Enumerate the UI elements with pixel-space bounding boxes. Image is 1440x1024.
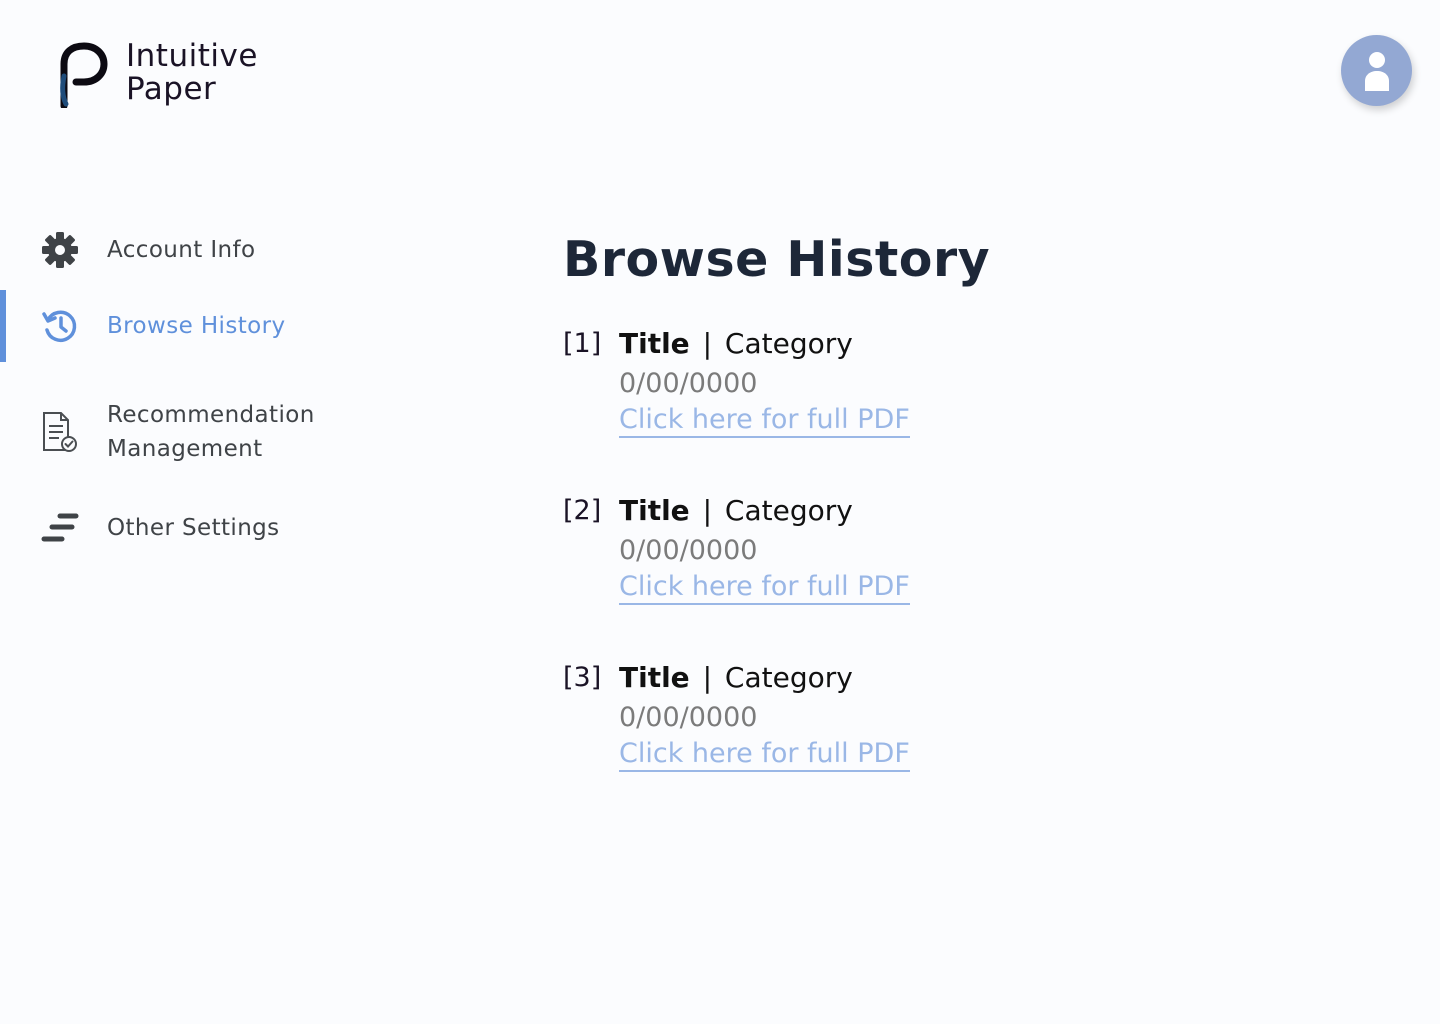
brand-logo[interactable]: Intuitive Paper (56, 40, 258, 108)
item-heading: Title | Category (619, 326, 910, 362)
full-pdf-link[interactable]: Click here for full PDF (619, 570, 910, 605)
item-separator: | (702, 661, 713, 694)
sidebar-item-label: Recommendation Management (107, 402, 315, 462)
item-date: 0/00/0000 (619, 535, 758, 566)
item-separator: | (702, 494, 713, 527)
brand-line-1: Intuitive (126, 38, 258, 74)
item-body: Title | Category 0/00/0000 Click here fo… (619, 326, 910, 438)
browse-history-panel: Browse History [1] Title | Category 0/00… (563, 230, 1263, 827)
sidebar-item-other-settings[interactable]: Other Settings (0, 492, 380, 564)
item-index: [1] (563, 328, 602, 359)
brand-name: Intuitive Paper (126, 40, 258, 106)
list-item: [1] Title | Category 0/00/0000 Click her… (563, 326, 1263, 438)
full-pdf-link[interactable]: Click here for full PDF (619, 737, 910, 772)
list-item: [2] Title | Category 0/00/0000 Click her… (563, 493, 1263, 605)
gear-icon (40, 230, 80, 270)
item-index: [2] (563, 495, 602, 526)
item-title: Title (619, 327, 690, 360)
item-body: Title | Category 0/00/0000 Click here fo… (619, 493, 910, 605)
list-item: [3] Title | Category 0/00/0000 Click her… (563, 660, 1263, 772)
item-category: Category (724, 494, 853, 527)
sidebar-item-browse-history[interactable]: Browse History (0, 290, 380, 362)
brand-line-2: Paper (126, 71, 217, 107)
sidebar-item-label: Browse History (107, 313, 286, 339)
logo-mark-icon (60, 42, 108, 108)
item-index: [3] (563, 662, 602, 693)
item-category: Category (724, 327, 853, 360)
sidebar-nav: Account Info Browse History Recommendati… (0, 210, 380, 564)
item-date: 0/00/0000 (619, 702, 758, 733)
item-separator: | (702, 327, 713, 360)
item-title: Title (619, 494, 690, 527)
user-icon (1364, 51, 1389, 91)
bars-icon (40, 508, 80, 548)
sidebar-item-account-info[interactable]: Account Info (0, 210, 380, 290)
sidebar-item-label: Other Settings (107, 515, 280, 541)
full-pdf-link[interactable]: Click here for full PDF (619, 403, 910, 438)
history-icon (40, 306, 80, 346)
item-heading: Title | Category (619, 493, 910, 529)
item-category: Category (724, 661, 853, 694)
item-date: 0/00/0000 (619, 368, 758, 399)
sidebar-item-recommendation-management[interactable]: Recommendation Management (0, 372, 380, 492)
item-title: Title (619, 661, 690, 694)
user-avatar-button[interactable] (1341, 35, 1412, 106)
item-heading: Title | Category (619, 660, 910, 696)
history-list: [1] Title | Category 0/00/0000 Click her… (563, 326, 1263, 772)
sidebar-item-label: Account Info (107, 237, 256, 263)
page-title: Browse History (563, 231, 991, 288)
document-check-icon (40, 412, 80, 452)
item-body: Title | Category 0/00/0000 Click here fo… (619, 660, 910, 772)
settings-page: Intuitive Paper Account Info Browse Hist… (0, 0, 1440, 1024)
